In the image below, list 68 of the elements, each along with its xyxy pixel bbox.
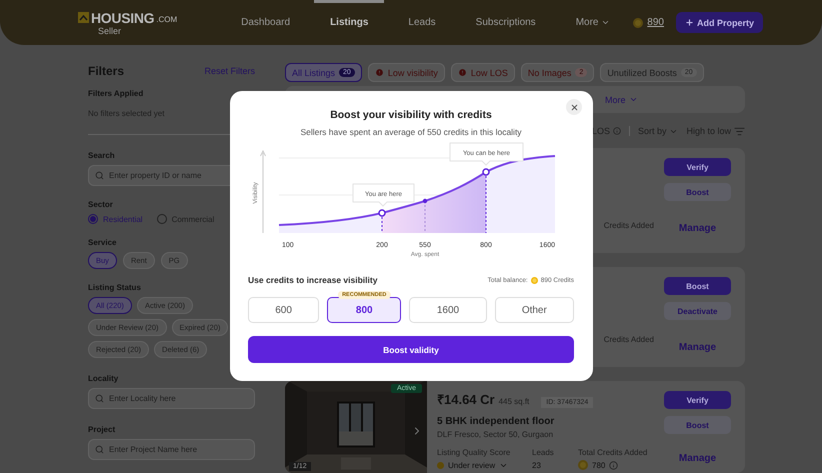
search-icon <box>95 171 104 180</box>
coin-icon <box>633 18 644 28</box>
alert-icon <box>374 68 384 77</box>
credits-balance[interactable]: 890 <box>633 17 664 28</box>
section-label: Listing Status <box>88 283 142 292</box>
nav-tab[interactable]: Leads <box>392 0 452 45</box>
credit-option[interactable]: 800 <box>327 297 402 323</box>
close-button[interactable] <box>566 99 582 115</box>
filter-tab[interactable]: Low visibility <box>368 63 445 82</box>
info-icon[interactable] <box>609 460 618 470</box>
section-label: Service <box>88 238 118 247</box>
close-icon <box>570 102 578 112</box>
secondary-button[interactable]: Deactivate <box>664 302 731 320</box>
chevron-down-icon <box>628 95 638 104</box>
manage-link[interactable]: Manage <box>678 223 716 234</box>
coin-icon <box>530 276 538 284</box>
price: ₹14.64 Cr <box>437 391 495 408</box>
more-filters-button[interactable]: More <box>605 94 638 104</box>
dialog-title: Boost your visibility with credits <box>330 109 492 121</box>
nav-tab[interactable]: Subscriptions <box>460 0 552 45</box>
sort-icon[interactable] <box>734 126 745 136</box>
stat-label: Listing Quality Score <box>437 448 512 457</box>
section-label: Project <box>88 425 116 434</box>
reset-filters-link[interactable]: Reset Filters <box>204 66 255 76</box>
nav-tab[interactable]: More <box>560 0 626 45</box>
section-label: Search <box>88 151 116 160</box>
nav-tab[interactable]: Listings <box>314 0 384 45</box>
add-property-button[interactable]: Add Property <box>676 12 763 33</box>
logo-domain: .COM <box>156 15 178 24</box>
stat-label: Credits Added <box>604 221 654 230</box>
primary-button[interactable]: Boost <box>664 277 731 295</box>
credit-option[interactable]: Other <box>494 297 574 323</box>
filter-tab[interactable]: Low LOS <box>450 63 515 82</box>
section-label: Locality <box>88 374 120 383</box>
listing-title: 5 BHK independent floor <box>437 416 556 427</box>
primary-button[interactable]: Verify <box>664 391 731 409</box>
stat-label: Leads <box>532 448 555 457</box>
info-icon[interactable] <box>612 127 621 135</box>
stat-value: 780 <box>592 460 606 470</box>
nav-tab[interactable]: Dashboard <box>225 0 306 45</box>
average-point <box>422 198 427 204</box>
alert-icon <box>458 68 467 77</box>
section-label: Filters Applied <box>88 89 144 98</box>
logo-caption: Seller <box>97 26 122 36</box>
logo-icon <box>78 12 89 23</box>
stat-value: 23 <box>532 460 541 470</box>
secondary-button[interactable]: Boost <box>664 416 731 434</box>
secondary-button[interactable]: Boost <box>664 183 731 201</box>
search-icon <box>95 445 104 454</box>
area: 445 sq.ft <box>498 397 530 406</box>
manage-link[interactable]: Manage <box>678 342 716 353</box>
credit-option[interactable]: 1600 <box>409 297 487 323</box>
manage-link[interactable]: Manage <box>678 453 716 464</box>
coin-icon <box>578 460 588 470</box>
stat-label: Credits Added <box>604 335 654 344</box>
credit-option[interactable]: 600 <box>248 297 320 323</box>
dialog-subtitle: Sellers have spent an average of 550 credits in this locality <box>300 127 522 137</box>
radio-option[interactable]: Residential <box>88 214 143 224</box>
filters-title: Filters <box>88 64 124 78</box>
section-label: Sector <box>88 200 114 209</box>
logo-text: HOUSING <box>91 10 154 26</box>
search-icon <box>95 394 104 403</box>
plus-icon <box>684 18 694 27</box>
status-dot <box>437 462 444 468</box>
primary-button[interactable]: Verify <box>664 158 731 176</box>
credits-prompt: Use credits to increase visibility <box>248 275 378 285</box>
stat-value: Under review <box>448 460 496 470</box>
boost-button[interactable]: Boost validity <box>248 336 574 363</box>
